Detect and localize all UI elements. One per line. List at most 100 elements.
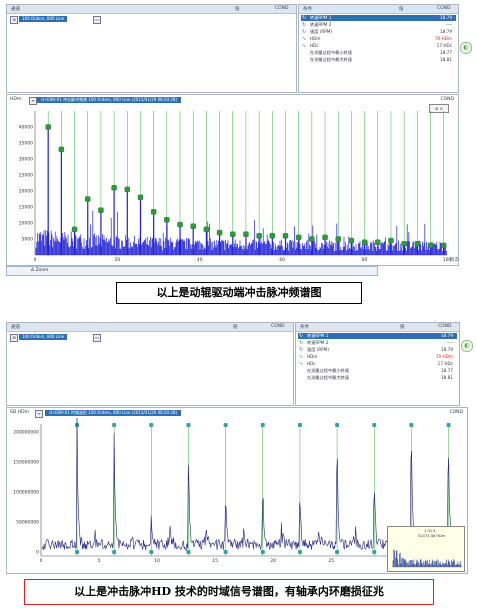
harmonic-marker[interactable] xyxy=(388,237,394,244)
impact-marker-top[interactable] xyxy=(149,423,154,427)
harmonic-marker[interactable] xyxy=(137,194,144,201)
parameter-row[interactable]: ↻ 转速RPM 2 ---- xyxy=(298,340,457,346)
harmonic-marker[interactable] xyxy=(150,209,157,215)
harmonic-marker[interactable] xyxy=(190,223,196,229)
parameters-panel: 条件 值 COND ↻ 转速RPM 1 18.79 ↻ 转速RPM 2 ---- ↻ 速度 (… xyxy=(295,322,460,406)
wave-icon: ∿ xyxy=(302,43,307,49)
parameter-label: 在测量过程中最大转速 xyxy=(307,375,349,380)
parameter-row[interactable]: ∿ HDm 70 HDm xyxy=(298,354,457,360)
harmonic-marker[interactable] xyxy=(322,234,328,241)
impact-marker-bottom[interactable] xyxy=(297,550,302,554)
harmonic-marker[interactable] xyxy=(375,239,381,245)
impact-marker-top[interactable] xyxy=(260,423,265,427)
parameter-row[interactable]: ↻ 速度 (RPM) 18.79 xyxy=(301,29,456,35)
x-axis-label: 阶次 xyxy=(450,256,458,263)
wave-icon: ∿ xyxy=(299,361,304,367)
impact-marker-bottom[interactable] xyxy=(335,550,340,554)
column-header-value: 值 xyxy=(235,7,240,12)
parameter-row[interactable]: ∿ HDm 70 HDm xyxy=(301,36,456,42)
y-tick-label: 40000 xyxy=(19,125,33,131)
spectrum-plot: 5000 10000 15000 20000 25000 30000 35000 40000 0… xyxy=(19,111,458,263)
harmonic-marker[interactable] xyxy=(164,217,170,223)
parameter-row[interactable]: 在测量过程中最小转速 18.77 xyxy=(301,50,456,56)
harmonic-marker[interactable] xyxy=(414,241,421,247)
parameter-value: 18.79 xyxy=(440,29,452,34)
expand-icon[interactable]: ▭ xyxy=(93,334,101,342)
impact-marker-top[interactable] xyxy=(372,423,377,427)
column-header-value: 值 xyxy=(400,325,405,330)
series-icon[interactable]: ⊞ xyxy=(10,334,18,342)
spectrum-bars xyxy=(35,210,447,255)
parameter-row[interactable]: ↻ 转速RPM 2 ---- xyxy=(301,22,456,28)
harmonic-marker[interactable] xyxy=(203,226,210,233)
harmonic-marker[interactable] xyxy=(45,124,51,130)
wave-icon: ∿ xyxy=(299,354,304,360)
chart-menu-icon[interactable]: ≡ xyxy=(29,97,37,105)
impact-marker-top[interactable] xyxy=(297,423,302,427)
parameter-row[interactable]: 在测量过程中最小转速 18.77 xyxy=(298,368,457,374)
parameter-row[interactable]: ↻ 速度 (RPM) 18.79 xyxy=(298,347,457,353)
impact-marker-bottom[interactable] xyxy=(149,550,154,554)
harmonic-marker[interactable] xyxy=(441,242,447,249)
side-toggle-icon[interactable]: ◐ xyxy=(461,340,473,352)
parameters-list: ↻ 转速RPM 1 18.79 ↻ 转速RPM 2 ---- ↻ 速度 (RPM) 18.79 ∿… xyxy=(296,333,459,393)
impact-marker-top[interactable] xyxy=(446,423,451,427)
side-toggle-icon[interactable]: ◐ xyxy=(460,42,472,54)
harmonic-marker[interactable] xyxy=(177,221,183,228)
parameter-row[interactable]: 在测量过程中最大转速 18.81 xyxy=(298,375,457,381)
impact-marker-bottom[interactable] xyxy=(74,550,79,554)
parameter-value: 17 HDc xyxy=(437,361,453,366)
harmonic-marker[interactable] xyxy=(295,234,302,241)
parameter-label: 速度 (RPM) xyxy=(307,347,330,352)
parameter-row[interactable]: ∿ HDc 17 HDc xyxy=(301,43,456,49)
series-icon[interactable]: ⊞ xyxy=(10,16,18,24)
harmonic-marker[interactable] xyxy=(309,236,315,242)
spectrum-chart-panel: HDm ≡ ch-ENV-01 冲击脉冲频谱 100 Orders, 800 L… xyxy=(6,94,459,266)
selected-channel-item[interactable]: 100 Orders, 800 Line xyxy=(19,16,68,22)
y-tick-label: 0 xyxy=(36,550,39,556)
harmonic-marker[interactable] xyxy=(230,231,236,237)
harmonic-marker[interactable] xyxy=(71,226,78,233)
impact-marker-bottom[interactable] xyxy=(223,550,228,554)
impact-marker-top[interactable] xyxy=(335,423,340,427)
impact-marker-bottom[interactable] xyxy=(112,550,117,554)
parameter-row[interactable]: ↻ 转速RPM 1 18.79 xyxy=(301,15,456,21)
harmonic-marker[interactable] xyxy=(335,236,341,242)
column-header-value: 值 xyxy=(399,7,404,12)
harmonic-marker[interactable] xyxy=(427,242,434,249)
harmonic-marker[interactable] xyxy=(269,233,276,239)
parameter-row[interactable]: ↻ 转速RPM 1 18.79 xyxy=(298,333,457,339)
parameter-row[interactable]: 在测量过程中最大转速 18.81 xyxy=(301,57,456,63)
parameter-row[interactable]: ∿ HDc 17 HDc xyxy=(298,361,457,367)
column-header-channel: 通道 xyxy=(11,7,20,12)
harmonic-marker[interactable] xyxy=(361,239,368,245)
impact-marker-bottom[interactable] xyxy=(372,550,377,554)
impact-marker-bottom[interactable] xyxy=(260,550,265,554)
column-header-cond: COND xyxy=(271,324,285,329)
impact-marker-top[interactable] xyxy=(112,423,117,427)
harmonic-marker[interactable] xyxy=(85,196,91,202)
harmonic-marker[interactable] xyxy=(111,185,117,191)
harmonic-marker[interactable] xyxy=(348,237,355,244)
x-tick-label: 10 xyxy=(154,558,160,564)
chart-menu-icon[interactable]: ≡ xyxy=(35,410,43,418)
expand-icon[interactable]: ▭ xyxy=(93,16,101,24)
harmonic-marker[interactable] xyxy=(58,146,65,153)
impact-marker-top[interactable] xyxy=(409,423,414,427)
impact-marker-top[interactable] xyxy=(223,423,228,427)
impact-marker-bottom[interactable] xyxy=(186,550,191,554)
parameter-value: 70 HDm xyxy=(435,354,453,359)
impact-marker-top[interactable] xyxy=(186,423,191,427)
harmonic-marker[interactable] xyxy=(401,241,407,247)
harmonic-marker[interactable] xyxy=(124,186,130,193)
harmonic-marker[interactable] xyxy=(256,233,262,239)
harmonic-marker[interactable] xyxy=(282,233,289,239)
chart-cond-label: COND xyxy=(449,410,463,415)
harmonic-marker[interactable] xyxy=(98,207,104,213)
parameter-value: 18.81 xyxy=(441,375,453,380)
zoom-indicator[interactable]: ∆ Zoom xyxy=(31,268,48,273)
harmonic-marker[interactable] xyxy=(216,229,223,236)
harmonic-marker[interactable] xyxy=(243,231,249,237)
chart-cond-label: COND xyxy=(440,97,454,102)
selected-channel-item[interactable]: 100 Orders, 800 Line xyxy=(19,334,68,340)
